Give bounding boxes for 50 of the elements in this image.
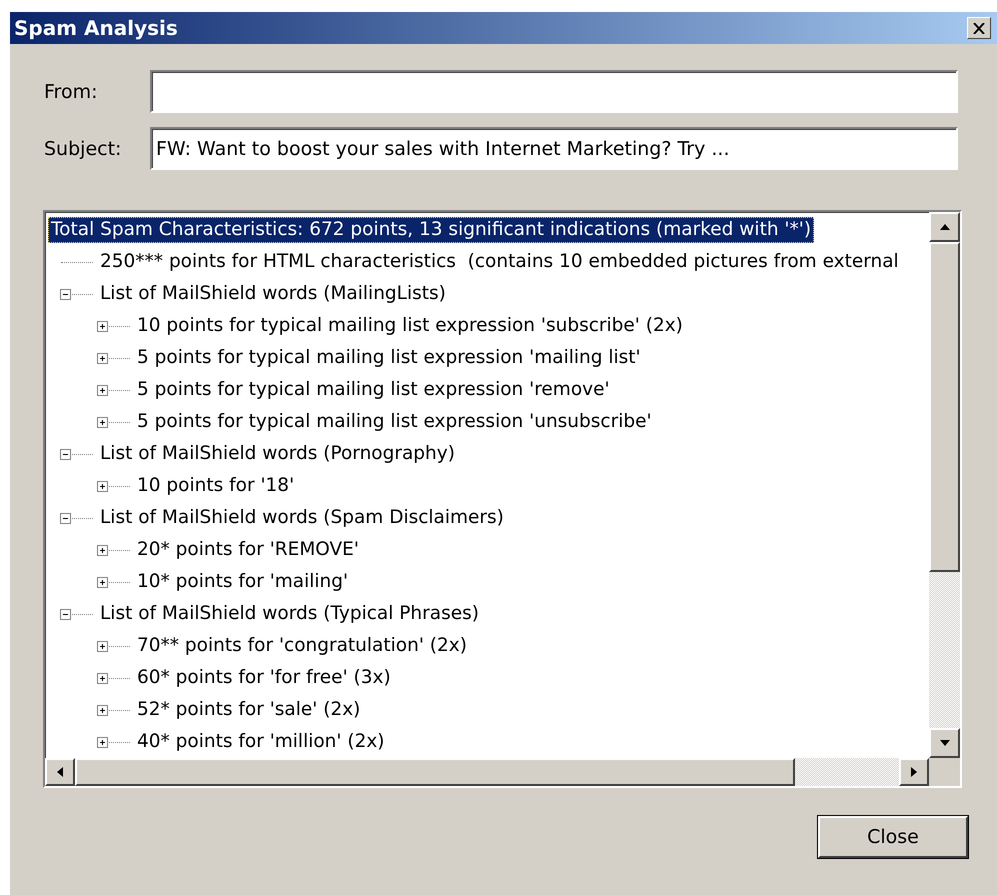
tree-item[interactable]: 10 points for '18': [134, 473, 298, 499]
tree-item[interactable]: 52* points for 'sale' (2x): [134, 697, 364, 723]
tree-item[interactable]: List of MailShield words (Pornography): [97, 441, 458, 467]
collapse-icon[interactable]: [60, 608, 71, 620]
down-arrow-icon: [940, 740, 950, 746]
expand-icon[interactable]: [97, 480, 108, 492]
tree-item[interactable]: List of MailShield words (MailingLists): [97, 281, 449, 307]
expand-icon[interactable]: [97, 320, 108, 332]
tree-item[interactable]: 10 points for typical mailing list expression 'subscribe' (2x): [134, 313, 686, 339]
tree-item[interactable]: 20* points for 'REMOVE': [134, 537, 362, 563]
close-icon[interactable]: [967, 17, 991, 39]
tree-item[interactable]: 60* points for 'for free' (3x): [134, 665, 394, 691]
scrollbar-thumb[interactable]: [75, 758, 795, 786]
tree-item[interactable]: 5 points for typical mailing list expression 'remove': [134, 377, 613, 403]
expand-icon[interactable]: [97, 416, 108, 428]
right-arrow-icon: [911, 767, 917, 777]
expand-icon[interactable]: [97, 384, 108, 396]
window-title: Spam Analysis: [14, 16, 178, 40]
tree-item[interactable]: 5 points for typical mailing list expression 'unsubscribe': [134, 409, 655, 435]
scroll-down-button[interactable]: [929, 728, 960, 758]
expand-icon[interactable]: [97, 544, 108, 556]
collapse-icon[interactable]: [60, 288, 71, 300]
expand-icon[interactable]: [97, 672, 108, 684]
expand-icon[interactable]: [97, 704, 108, 716]
scroll-left-button[interactable]: [45, 758, 75, 786]
tree-item[interactable]: Total Spam Characteristics: 672 points, 13 significant indications (marked with '*'): [48, 217, 814, 243]
tree-item[interactable]: List of MailShield words (Spam Disclaimers): [97, 505, 507, 531]
scroll-right-button[interactable]: [899, 758, 929, 786]
expand-icon[interactable]: [97, 736, 108, 748]
close-button[interactable]: Close: [818, 816, 968, 858]
tree-item[interactable]: List of MailShield words (Typical Phrases): [97, 601, 482, 627]
collapse-icon[interactable]: [60, 448, 71, 460]
scrollbar-corner: [929, 758, 960, 786]
scroll-up-button[interactable]: [929, 212, 960, 242]
tree-item[interactable]: 10* points for 'mailing': [134, 569, 352, 595]
up-arrow-icon: [940, 224, 950, 230]
left-arrow-icon: [57, 767, 63, 777]
tree-item[interactable]: 5 points for typical mailing list expression 'mailing list': [134, 345, 644, 371]
text-field[interactable]: FW: Want to boost your sales with Internet Marketing? Try ...: [150, 127, 958, 170]
expand-icon[interactable]: [97, 640, 108, 652]
tree-item[interactable]: 70** points for 'congratulation' (2x): [134, 633, 470, 659]
collapse-icon[interactable]: [60, 512, 71, 524]
expand-icon[interactable]: [97, 576, 108, 588]
tree-item[interactable]: 250*** points for HTML characteristics (contains 10 embedded pictures from external: [97, 249, 902, 275]
field-label: Subject:: [44, 138, 122, 160]
scrollbar-thumb[interactable]: [929, 242, 960, 572]
expand-icon[interactable]: [97, 352, 108, 364]
text-field[interactable]: [150, 70, 958, 113]
tree-item[interactable]: 40* points for 'million' (2x): [134, 729, 388, 755]
field-label: From:: [44, 80, 98, 102]
